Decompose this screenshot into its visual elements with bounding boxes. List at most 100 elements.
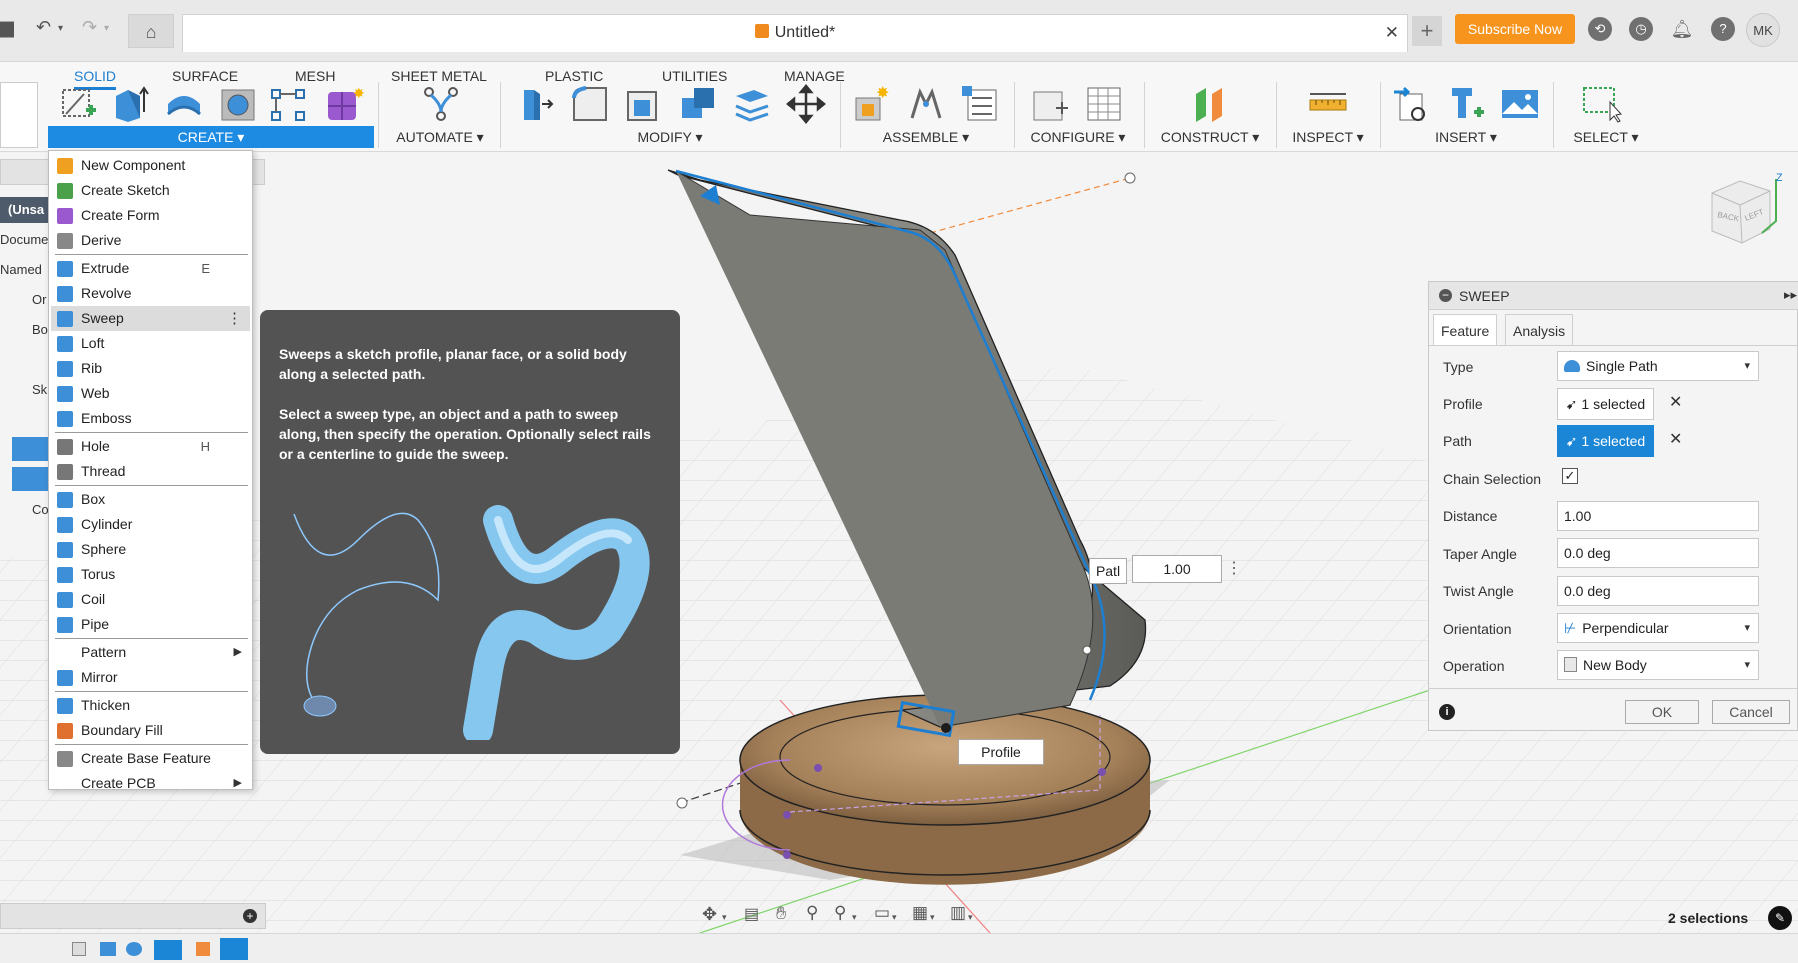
tab-analysis[interactable]: Analysis bbox=[1505, 314, 1574, 346]
modify-group-label[interactable]: MODIFY ▾ bbox=[620, 126, 720, 148]
zoom-icon[interactable]: ⚲ bbox=[806, 903, 818, 923]
job-status-icon[interactable]: ◷ bbox=[1629, 17, 1653, 41]
extensions-icon[interactable]: ⟲ bbox=[1588, 17, 1612, 41]
timeline-feature-icon[interactable] bbox=[100, 942, 116, 956]
timeline-feature-icon[interactable] bbox=[196, 942, 210, 956]
viewports-dropdown-icon[interactable]: ▾ bbox=[968, 912, 973, 923]
document-tab[interactable]: Untitled* ✕ bbox=[182, 14, 1408, 52]
browser-bodies[interactable]: Bo bbox=[0, 317, 48, 343]
menu-item-loft[interactable]: Loft bbox=[51, 331, 250, 356]
type-dropdown[interactable]: Single Path bbox=[1557, 351, 1759, 381]
combine-tool-icon[interactable] bbox=[678, 84, 718, 124]
add-comment-icon[interactable]: + bbox=[243, 909, 257, 923]
more-options-icon[interactable]: ⋮ bbox=[1226, 556, 1242, 582]
browser-sketches[interactable]: Sk bbox=[0, 377, 47, 403]
configure-tool-icon[interactable] bbox=[1030, 84, 1070, 124]
insert-group-label[interactable]: INSERT ▾ bbox=[1416, 126, 1516, 148]
expand-panel-icon[interactable]: ▸▸ bbox=[1784, 287, 1797, 303]
menu-item-derive[interactable]: Derive bbox=[51, 228, 250, 253]
offset-face-tool-icon[interactable] bbox=[732, 84, 772, 124]
display-dropdown-icon[interactable]: ▾ bbox=[892, 912, 897, 923]
subscribe-button[interactable]: Subscribe Now bbox=[1455, 14, 1575, 44]
sketch-thumbnail[interactable] bbox=[12, 467, 48, 491]
insert-derive-tool-icon[interactable] bbox=[1392, 84, 1432, 124]
tab-feature[interactable]: Feature bbox=[1433, 314, 1498, 346]
hole-tool-icon[interactable] bbox=[218, 84, 258, 124]
menu-item-boundary-fill[interactable]: Boundary Fill bbox=[51, 718, 250, 743]
configuration-table-tool-icon[interactable] bbox=[1084, 84, 1124, 124]
menu-item-emboss[interactable]: Emboss bbox=[51, 406, 250, 431]
inspect-group-label[interactable]: INSPECT ▾ bbox=[1278, 126, 1378, 148]
menu-item-cylinder[interactable]: Cylinder bbox=[51, 512, 250, 537]
insert-mcmaster-tool-icon[interactable] bbox=[1446, 84, 1486, 124]
menu-item-thread[interactable]: Thread bbox=[51, 459, 250, 484]
browser-root[interactable]: (Unsa bbox=[0, 197, 50, 223]
revolve-tool-icon[interactable] bbox=[164, 84, 204, 124]
ok-button[interactable]: OK bbox=[1625, 700, 1699, 724]
menu-item-coil[interactable]: Coil bbox=[51, 587, 250, 612]
sketch-thumbnail[interactable] bbox=[12, 437, 48, 461]
menu-item-thicken[interactable]: Thicken bbox=[51, 693, 250, 718]
measure-tool-icon[interactable] bbox=[1308, 84, 1348, 124]
distance-input[interactable]: 1.00 bbox=[1557, 501, 1759, 531]
timeline-feature-icon[interactable] bbox=[126, 942, 142, 956]
menu-item-torus[interactable]: Torus bbox=[51, 562, 250, 587]
menu-item-pipe[interactable]: Pipe bbox=[51, 612, 250, 637]
notifications-icon[interactable]: 🔔︎ bbox=[1670, 17, 1694, 41]
configure-group-label[interactable]: CONFIGURE ▾ bbox=[1028, 126, 1128, 148]
timeline-feature-icon[interactable] bbox=[154, 940, 182, 960]
menu-item-sweep[interactable]: Sweep ⋮ bbox=[51, 306, 250, 331]
undo-dropdown-icon[interactable]: ▾ bbox=[58, 23, 63, 34]
timeline-step-icon[interactable] bbox=[72, 942, 86, 956]
taper-angle-input[interactable]: 0.0 deg bbox=[1557, 538, 1759, 568]
cancel-button[interactable]: Cancel bbox=[1712, 700, 1790, 724]
joint-tool-icon[interactable] bbox=[906, 84, 946, 124]
chain-selection-checkbox[interactable]: ✓ bbox=[1562, 468, 1578, 484]
extrude-tool-icon[interactable] bbox=[110, 84, 150, 124]
pattern-tool-icon[interactable] bbox=[268, 84, 308, 124]
browser-origin[interactable]: Or bbox=[0, 287, 46, 313]
twist-angle-input[interactable]: 0.0 deg bbox=[1557, 576, 1759, 606]
info-icon[interactable]: i bbox=[1439, 704, 1455, 720]
fillet-tool-icon[interactable] bbox=[570, 84, 610, 124]
menu-item-pattern[interactable]: Pattern ▶ bbox=[51, 640, 250, 665]
help-icon[interactable]: ? bbox=[1711, 17, 1735, 41]
browser-named-views[interactable]: Named bbox=[0, 257, 42, 283]
path-distance-input[interactable]: 1.00 bbox=[1132, 555, 1222, 583]
close-tab-icon[interactable]: ✕ bbox=[1385, 23, 1399, 43]
sweep-dialog-header[interactable]: − SWEEP ▸▸ bbox=[1429, 282, 1798, 310]
automate-group-label[interactable]: AUTOMATE ▾ bbox=[390, 126, 490, 148]
menu-item-rib[interactable]: Rib bbox=[51, 356, 250, 381]
move-copy-tool-icon[interactable] bbox=[786, 84, 826, 124]
view-cube[interactable]: BACK LEFT Z bbox=[1700, 172, 1783, 253]
path-select-button[interactable]: ➹ 1 selected bbox=[1557, 425, 1654, 457]
new-component-tool-icon[interactable]: ✸ bbox=[852, 84, 892, 124]
offset-plane-tool-icon[interactable] bbox=[1190, 84, 1230, 124]
menu-item-web[interactable]: Web bbox=[51, 381, 250, 406]
redo-dropdown-icon[interactable]: ▾ bbox=[104, 23, 109, 34]
save-icon[interactable]: ▆ bbox=[0, 17, 14, 38]
viewports-icon[interactable]: ▥ bbox=[950, 903, 966, 923]
construct-group-label[interactable]: CONSTRUCT ▾ bbox=[1160, 126, 1260, 148]
browser-construction[interactable]: Co bbox=[0, 497, 49, 523]
grid-dropdown-icon[interactable]: ▾ bbox=[930, 912, 935, 923]
collapse-icon[interactable]: − bbox=[1439, 289, 1452, 302]
bill-of-materials-tool-icon[interactable] bbox=[960, 84, 1000, 124]
new-tab-button[interactable]: + bbox=[1412, 16, 1442, 46]
orbit-icon[interactable]: ✥ bbox=[702, 904, 717, 925]
selection-filter-icon[interactable]: ✎ bbox=[1768, 906, 1792, 930]
shell-tool-icon[interactable] bbox=[624, 84, 664, 124]
select-tool-icon[interactable] bbox=[1582, 84, 1622, 124]
menu-item-extrude[interactable]: Extrude E bbox=[51, 256, 250, 281]
menu-item-box[interactable]: Box bbox=[51, 487, 250, 512]
design-workspace-switcher[interactable] bbox=[0, 82, 38, 148]
menu-item-create-form[interactable]: Create Form bbox=[51, 203, 250, 228]
browser-document-settings[interactable]: Docume bbox=[0, 227, 48, 253]
assemble-group-label[interactable]: ASSEMBLE ▾ bbox=[876, 126, 976, 148]
grid-settings-icon[interactable]: ▦ bbox=[912, 903, 928, 923]
menu-item-revolve[interactable]: Revolve bbox=[51, 281, 250, 306]
insert-canvas-tool-icon[interactable] bbox=[1500, 84, 1540, 124]
avatar[interactable]: MK bbox=[1746, 13, 1780, 47]
comments-bar[interactable]: + bbox=[0, 903, 266, 929]
clear-path-icon[interactable]: ✕ bbox=[1669, 429, 1682, 449]
